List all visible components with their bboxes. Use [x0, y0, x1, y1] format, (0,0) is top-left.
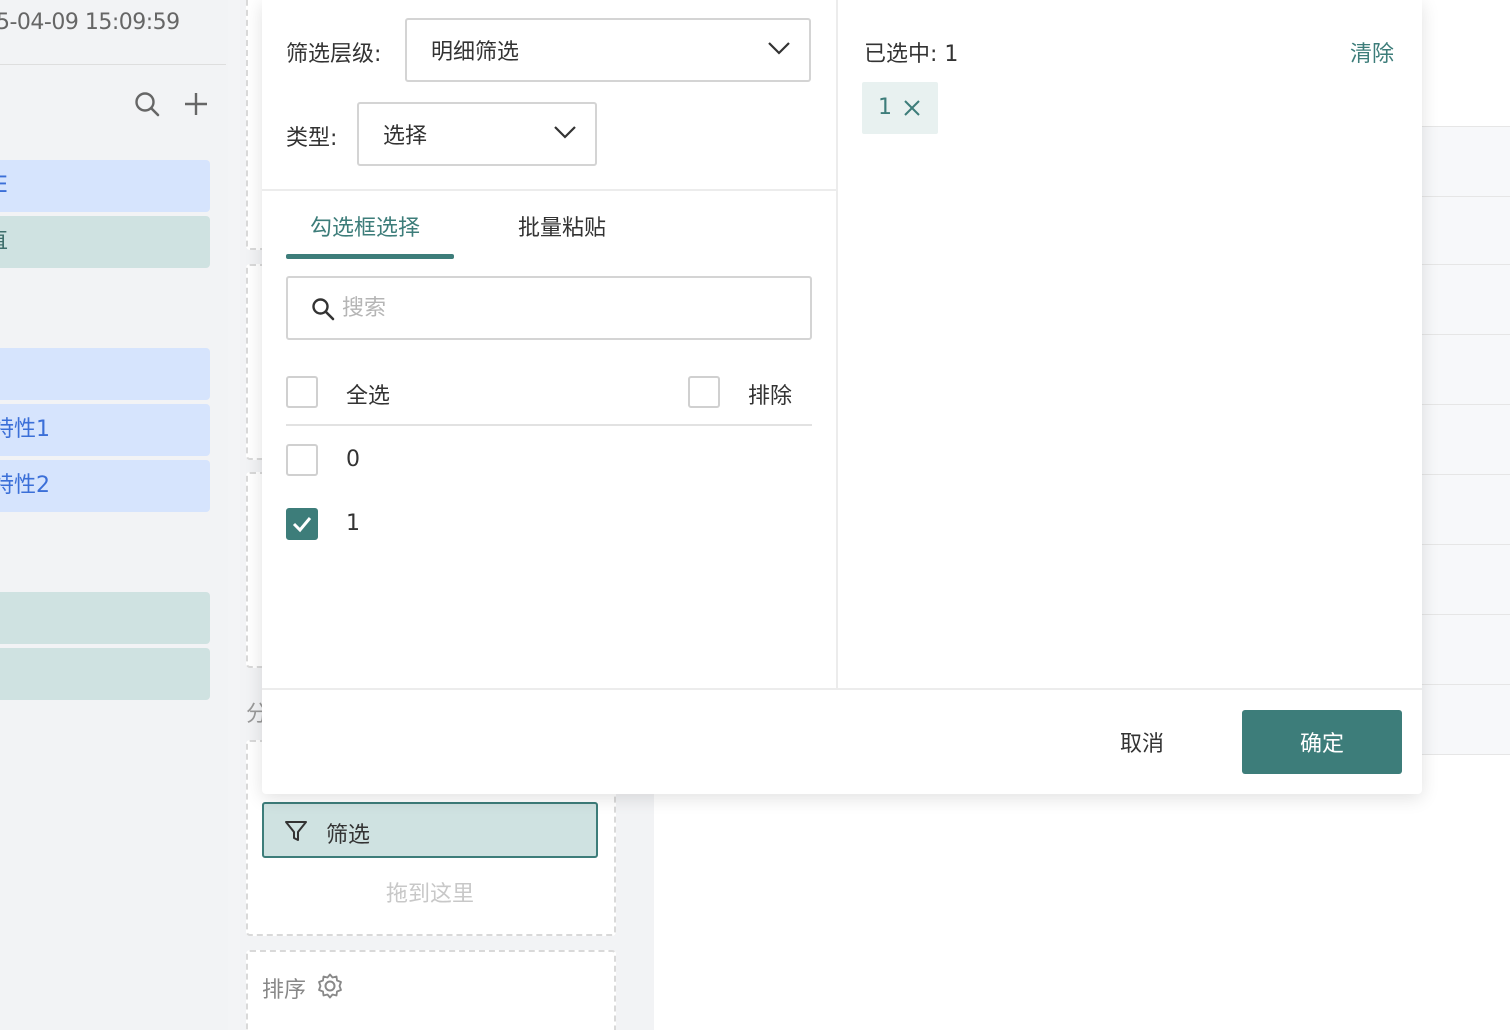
clear-button[interactable]: 清除 [1350, 36, 1394, 68]
field-item-label: 直 [0, 216, 8, 268]
table-row-line [1422, 684, 1510, 685]
search-field[interactable] [286, 276, 812, 340]
table-row-line [1422, 474, 1510, 475]
drop-hint: 拖到这里 [385, 882, 474, 907]
option-label: 1 [346, 511, 360, 536]
plus-icon[interactable] [182, 90, 210, 118]
gear-icon[interactable] [316, 972, 344, 1000]
close-icon[interactable] [902, 98, 922, 118]
tab-checkbox-select[interactable]: 勾选框选择 [310, 210, 420, 242]
table-row-line [1422, 196, 1510, 197]
field-item[interactable]: 直 [0, 216, 210, 268]
select-all-label: 全选 [346, 384, 391, 409]
field-item[interactable] [0, 648, 210, 700]
panel-divider [836, 0, 838, 688]
search-icon[interactable] [133, 90, 161, 118]
field-item[interactable]: 特性1 [0, 404, 210, 456]
funnel-icon [285, 821, 307, 841]
divider [262, 189, 836, 191]
field-item-label: 特性1 [0, 417, 50, 442]
selected-tag-label: 1 [878, 95, 892, 120]
sort-label: 排序 [262, 978, 307, 1003]
option-label: 0 [346, 447, 360, 472]
field-item[interactable] [0, 348, 210, 400]
table-row-line [1422, 754, 1510, 755]
option-checkbox[interactable] [286, 508, 318, 540]
field-panel: 5-04-09 15:09:59 E 直 特性1 特性2 [0, 0, 228, 1030]
divider [0, 64, 226, 65]
exclude-label: 排除 [748, 384, 793, 409]
table-background [1422, 126, 1510, 754]
option-checkbox[interactable] [286, 444, 318, 476]
level-select-value: 明细筛选 [431, 40, 520, 65]
type-label: 类型: [286, 126, 338, 151]
filter-chip[interactable]: 筛选 [262, 802, 598, 858]
search-input[interactable] [342, 288, 782, 328]
checkmark-icon [292, 517, 312, 533]
table-row-line [1422, 126, 1510, 127]
update-timestamp: 5-04-09 15:09:59 [0, 10, 180, 35]
filter-chip-label: 筛选 [326, 823, 371, 848]
type-select-value: 选择 [383, 124, 428, 149]
select-all-checkbox[interactable] [286, 376, 318, 408]
field-item-label: E [0, 173, 8, 198]
search-icon [312, 298, 335, 321]
field-item[interactable] [0, 592, 210, 644]
field-item[interactable]: E [0, 160, 210, 212]
chevron-down-icon [554, 126, 576, 139]
field-item-label: 特性2 [0, 473, 50, 498]
filter-dialog: 筛选层级: 明细筛选 类型: 选择 勾选框选择 批量粘贴 全选 排除 0 1 已… [262, 0, 1422, 794]
field-item[interactable]: 特性2 [0, 460, 210, 512]
level-select[interactable]: 明细筛选 [405, 18, 811, 82]
cancel-button[interactable]: 取消 [1092, 710, 1192, 774]
selected-count: 已选中: 1 [864, 42, 959, 67]
level-label: 筛选层级: [286, 42, 382, 67]
selected-tag: 1 [862, 82, 938, 134]
table-row-line [1422, 544, 1510, 545]
tab-batch-paste[interactable]: 批量粘贴 [518, 210, 606, 242]
chevron-down-icon [768, 42, 790, 55]
type-select[interactable]: 选择 [357, 102, 597, 166]
table-row-line [1422, 404, 1510, 405]
table-row-line [1422, 614, 1510, 615]
table-row-line [1422, 334, 1510, 335]
confirm-button[interactable]: 确定 [1242, 710, 1402, 774]
table-row-line [1422, 264, 1510, 265]
active-tab-indicator [286, 254, 454, 259]
exclude-checkbox[interactable] [688, 376, 720, 408]
list-header-divider [286, 424, 812, 426]
footer-divider [262, 688, 1422, 690]
